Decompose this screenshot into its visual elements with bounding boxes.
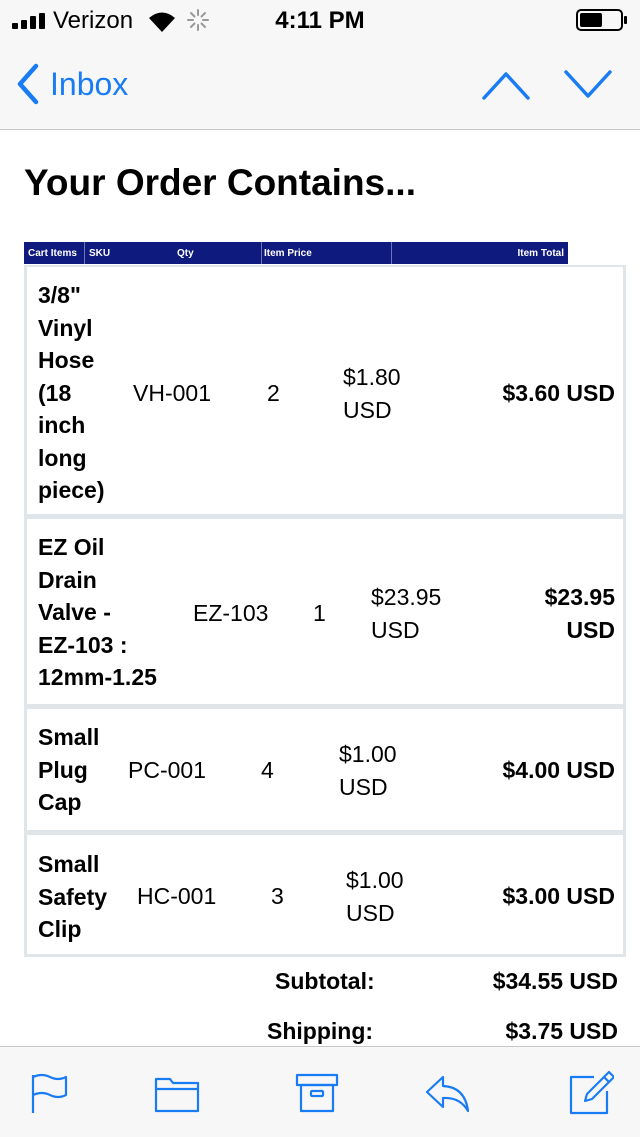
item-qty: 3 [271, 883, 284, 909]
nav-bar: Inbox [0, 40, 640, 130]
shipping-label: Shipping: [267, 1018, 374, 1044]
move-to-folder-button[interactable] [154, 1071, 200, 1115]
flag-icon [31, 1073, 68, 1113]
reply-icon [425, 1075, 470, 1113]
chevron-up-icon [482, 72, 530, 100]
flag-button[interactable] [26, 1071, 72, 1115]
bottom-toolbar [0, 1046, 640, 1137]
archive-icon [295, 1073, 339, 1113]
compose-icon [569, 1070, 616, 1115]
item-sku: EZ-103 [193, 600, 269, 626]
subtotal-value: $34.55 USD [492, 968, 618, 994]
table-row: 3/8" Vinyl Hose (18 inch long piece) VH-… [24, 265, 626, 517]
battery-icon [576, 9, 627, 31]
next-message-button[interactable] [562, 68, 614, 102]
item-name: 3/8" Vinyl Hose (18 inch long piece) [38, 282, 105, 503]
item-sku: PC-001 [128, 757, 206, 783]
table-row: Small Safety Clip HC-001 3 $1.00 USD $3.… [24, 833, 626, 957]
item-name: EZ Oil Drain Valve - EZ-103 : 12mm-1.25 [38, 534, 157, 690]
item-sku: HC-001 [137, 883, 217, 909]
item-total: $23.95 USD [544, 584, 615, 643]
item-price: $1.00 USD [339, 741, 397, 800]
cart-table-header: Cart Items SKU Qty Item Price Item Total [24, 242, 568, 264]
item-qty: 1 [313, 600, 326, 626]
item-price: $1.00 USD [346, 867, 404, 926]
item-name: Small Safety Clip [38, 851, 108, 942]
item-qty: 4 [261, 757, 274, 783]
status-bar: Verizon 4:11 PM [0, 0, 640, 40]
folder-icon [154, 1077, 200, 1113]
chevron-left-icon [17, 63, 39, 105]
table-row: EZ Oil Drain Valve - EZ-103 : 12mm-1.25 … [24, 517, 626, 707]
reply-button[interactable] [424, 1071, 470, 1115]
header-item-total: Item Total [517, 248, 564, 259]
archive-button[interactable] [294, 1071, 340, 1115]
shipping-value: $3.75 USD [505, 1018, 618, 1044]
item-sku: VH-001 [133, 380, 211, 406]
table-row: Small Plug Cap PC-001 4 $1.00 USD $4.00 … [24, 707, 626, 833]
status-time: 4:11 PM [275, 7, 365, 34]
email-body: Your Order Contains... Cart Items SKU Qt… [0, 130, 640, 1046]
order-heading: Your Order Contains... [24, 162, 416, 203]
item-price: $1.80 USD [343, 364, 401, 423]
previous-message-button[interactable] [480, 68, 532, 102]
item-name: Small Plug Cap [38, 724, 100, 815]
item-total: $3.00 USD [502, 883, 615, 909]
subtotal-label: Subtotal: [275, 968, 375, 994]
header-qty: Qty [177, 248, 194, 259]
header-sku: SKU [89, 248, 111, 259]
item-qty: 2 [267, 380, 280, 406]
chevron-down-icon [564, 70, 612, 98]
back-to-inbox-button[interactable]: Inbox [14, 62, 128, 106]
header-item-price: Item Price [264, 248, 312, 259]
item-price: $23.95 USD [371, 584, 442, 643]
header-cart-items: Cart Items [28, 248, 77, 259]
back-label: Inbox [50, 65, 129, 102]
item-total: $3.60 USD [502, 380, 615, 406]
item-total: $4.00 USD [502, 757, 615, 783]
compose-button[interactable] [568, 1070, 616, 1115]
